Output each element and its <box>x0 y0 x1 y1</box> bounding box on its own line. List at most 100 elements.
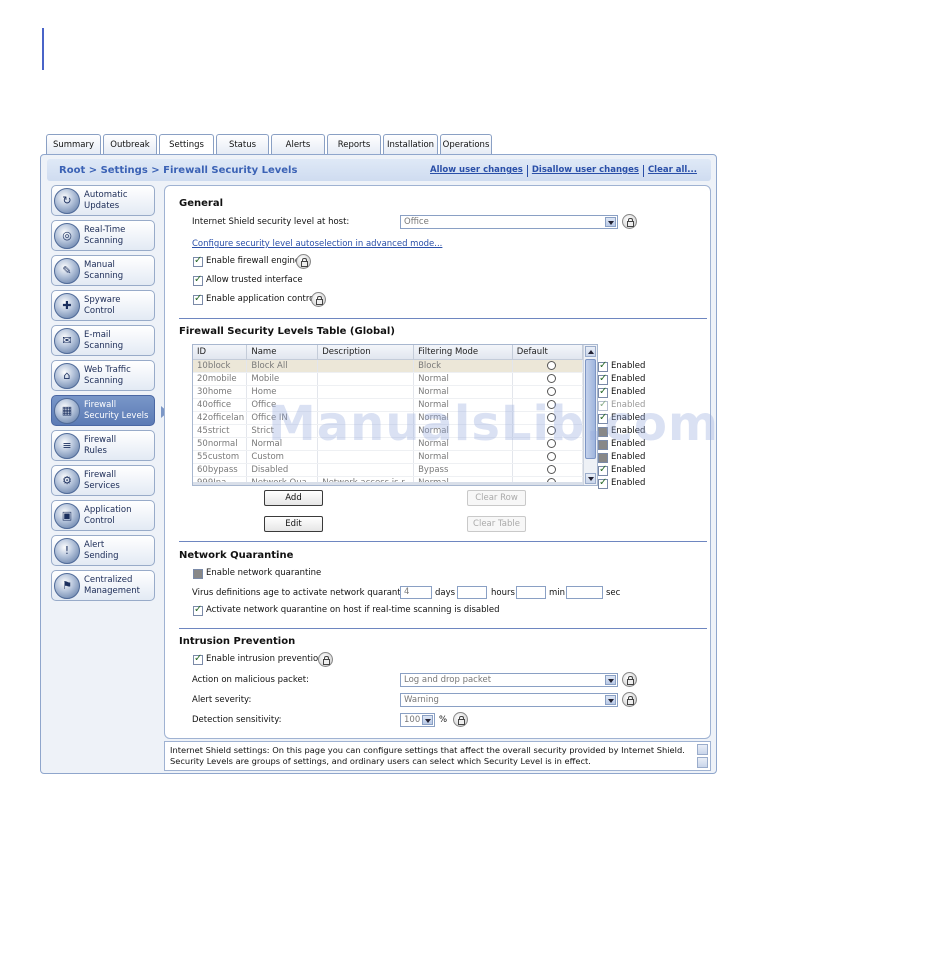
enabled-label: Enabled <box>611 374 646 384</box>
sidebar-item-manual-scanning[interactable]: ✎ Manual Scanning <box>51 255 155 286</box>
allow-user-changes-link[interactable]: Allow user changes <box>426 165 527 177</box>
seconds-input[interactable] <box>566 586 603 599</box>
days-input[interactable]: 4 <box>400 586 432 599</box>
scroll-up-icon[interactable] <box>697 744 708 755</box>
advanced-mode-link[interactable]: Configure security level autoselection i… <box>192 239 442 249</box>
sidebar-item-label: Firewall Rules <box>84 435 116 457</box>
default-radio[interactable] <box>546 451 556 461</box>
tab-operations[interactable]: Operations <box>440 134 492 154</box>
default-radio[interactable] <box>546 386 556 396</box>
cell-name: Block All <box>246 359 319 373</box>
add-button[interactable]: Add <box>264 490 323 506</box>
breadcrumb: Root > Settings > Firewall Security Leve… <box>59 164 298 176</box>
sidebar-item-centralized-management[interactable]: ⚑ Centralized Management <box>51 570 155 601</box>
sidebar-item-real-time-scanning[interactable]: ◎ Real-Time Scanning <box>51 220 155 251</box>
enabled-checkbox[interactable] <box>598 373 608 385</box>
severity-select[interactable]: Warning <box>400 693 618 707</box>
chevron-down-icon[interactable] <box>605 695 616 705</box>
sensitivity-select[interactable]: 100 <box>400 713 435 727</box>
lock-icon[interactable] <box>318 652 333 667</box>
enabled-checkbox[interactable] <box>598 477 608 489</box>
scroll-up-icon[interactable] <box>585 346 596 357</box>
table-row[interactable]: 20mobile Mobile Normal <box>193 372 584 386</box>
enabled-checkbox[interactable] <box>598 453 608 463</box>
lock-icon[interactable] <box>622 214 637 229</box>
action-select[interactable]: Log and drop packet <box>400 673 618 687</box>
tab-alerts[interactable]: Alerts <box>271 134 325 154</box>
sidebar-item-label: E-mail Scanning <box>84 330 123 352</box>
sidebar-item-automatic-updates[interactable]: ↻ Automatic Updates <box>51 185 155 216</box>
minutes-input[interactable] <box>516 586 546 599</box>
tab-settings[interactable]: Settings <box>159 134 214 155</box>
chevron-down-icon[interactable] <box>422 715 433 725</box>
disallow-user-changes-link[interactable]: Disallow user changes <box>528 165 643 177</box>
activate-quarantine-label: Activate network quarantine on host if r… <box>206 605 500 615</box>
chevron-down-icon[interactable] <box>605 217 616 227</box>
default-radio[interactable] <box>546 464 556 474</box>
security-level-select[interactable]: Office <box>400 215 618 229</box>
tab-installation[interactable]: Installation <box>383 134 438 154</box>
sidebar-item-web-traffic-scanning[interactable]: ⌂ Web Traffic Scanning <box>51 360 155 391</box>
table-row[interactable]: 10block Block All Block <box>193 359 584 373</box>
sidebar-label-line: Management <box>84 585 140 596</box>
tab-outbreak[interactable]: Outbreak <box>103 134 157 154</box>
column-header-filtering-mode[interactable]: Filtering Mode <box>413 345 513 360</box>
default-radio[interactable] <box>546 373 556 383</box>
clear-all-link[interactable]: Clear all... <box>644 165 701 177</box>
sidebar-item-alert-sending[interactable]: ! Alert Sending <box>51 535 155 566</box>
sidebar-item-firewall-rules[interactable]: ≡ Firewall Rules <box>51 430 155 461</box>
cell-default <box>512 359 584 373</box>
hours-input[interactable] <box>457 586 487 599</box>
sidebar-item-e-mail-scanning[interactable]: ✉ E-mail Scanning <box>51 325 155 356</box>
enable-app-control-checkbox[interactable] <box>193 293 203 305</box>
lock-icon[interactable] <box>622 672 637 687</box>
lock-icon[interactable] <box>622 692 637 707</box>
sidebar-item-firewall-security-levels[interactable]: ▦ Firewall Security Levels <box>51 395 168 426</box>
security-level-value: Office <box>404 217 429 227</box>
activate-quarantine-checkbox[interactable] <box>193 604 203 616</box>
enable-quarantine-checkbox[interactable] <box>193 569 203 579</box>
sidebar-label-line: Firewall <box>84 469 117 480</box>
section-divider <box>179 541 707 542</box>
table-row[interactable]: 60bypass Disabled Bypass <box>193 463 584 477</box>
default-radio[interactable] <box>546 360 556 370</box>
lock-icon[interactable] <box>296 254 311 269</box>
sidebar-label-line: Manual <box>84 259 115 270</box>
column-header-name[interactable]: Name <box>246 345 319 360</box>
allow-trusted-checkbox[interactable] <box>193 274 203 286</box>
sidebar-item-spyware-control[interactable]: ✚ Spyware Control <box>51 290 155 321</box>
column-header-description[interactable]: Description <box>317 345 415 360</box>
enable-intrusion-checkbox[interactable] <box>193 653 203 665</box>
definitions-age-label: Virus definitions age to activate networ… <box>192 588 417 598</box>
tab-status[interactable]: Status <box>216 134 269 154</box>
chevron-down-icon[interactable] <box>605 675 616 685</box>
lock-icon[interactable] <box>453 712 468 727</box>
sidebar-item-firewall-services[interactable]: ⚙ Firewall Services <box>51 465 155 496</box>
enable-app-control-label: Enable application control <box>206 294 317 304</box>
sidebar-label-line: Control <box>84 515 115 526</box>
firewall-levels-icon: ▦ <box>54 397 80 424</box>
tab-reports[interactable]: Reports <box>327 134 381 154</box>
clear-row-button[interactable]: Clear Row <box>467 490 526 506</box>
management-icon: ⚑ <box>54 572 80 599</box>
column-header-default[interactable]: Default <box>512 345 584 360</box>
sidebar-label-line: Scanning <box>84 270 124 281</box>
horizontal-scrollbar[interactable] <box>193 482 583 485</box>
header-links: Allow user changes Disallow user changes… <box>426 165 701 177</box>
edit-button[interactable]: Edit <box>264 516 323 532</box>
enabled-checkbox[interactable] <box>598 360 608 372</box>
cell-id: 50normal <box>193 437 248 451</box>
clear-table-button[interactable]: Clear Table <box>467 516 526 532</box>
enable-firewall-checkbox[interactable] <box>193 255 203 267</box>
sidebar-label-line: Automatic <box>84 189 128 200</box>
help-scrollbar[interactable] <box>697 744 708 768</box>
column-header-id[interactable]: ID <box>193 345 248 360</box>
lock-icon[interactable] <box>311 292 326 307</box>
help-panel: Internet Shield settings: On this page y… <box>164 741 711 771</box>
enabled-checkbox[interactable] <box>598 464 608 476</box>
scroll-down-icon[interactable] <box>697 757 708 768</box>
scroll-down-icon[interactable] <box>585 473 596 484</box>
email-scan-icon: ✉ <box>54 327 80 354</box>
sidebar-item-application-control[interactable]: ▣ Application Control <box>51 500 155 531</box>
tab-summary[interactable]: Summary <box>46 134 101 154</box>
